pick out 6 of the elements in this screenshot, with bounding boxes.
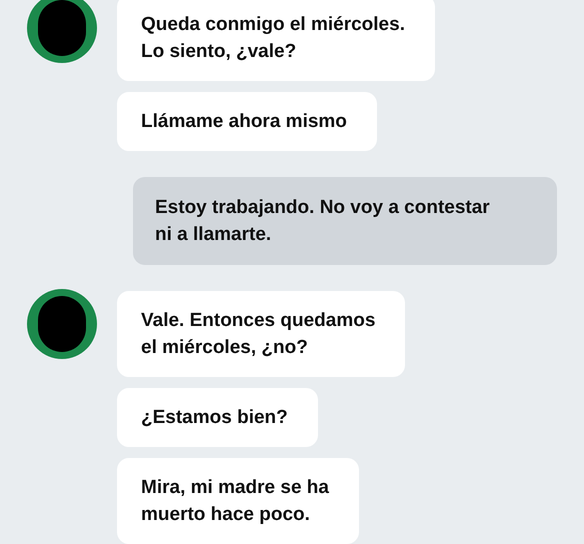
received-message: Queda conmigo el miércoles. Lo siento, ¿vale? [117,0,435,81]
received-message: ¿Estamos bien? [117,388,318,447]
received-message: Llámame ahora mismo [117,92,377,151]
received-message: Vale. Entonces quedamos el miércoles, ¿no? [117,291,406,377]
received-message: Mira, mi madre se ha muerto hace poco. [117,458,359,544]
sent-message: Estoy trabajando. No voy a contestar ni a llamarte. [133,177,557,265]
